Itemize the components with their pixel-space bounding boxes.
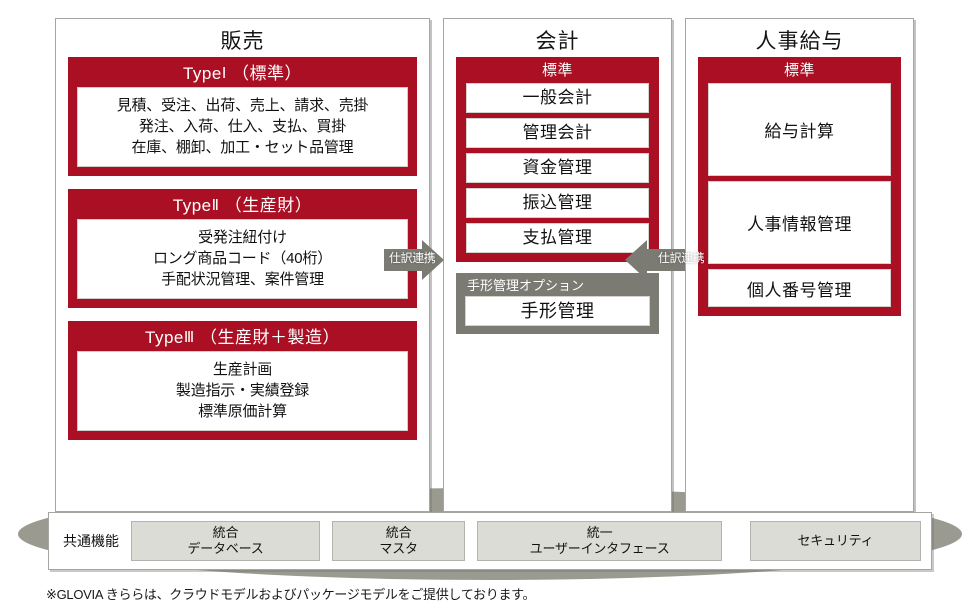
chip-ui-line2: ユーザーインタフェース (529, 541, 670, 556)
column-title-sales: 販売 (220, 30, 265, 53)
column-hr-payroll: 人事給与 標準 給与計算 人事情報管理 個人番号管理 (685, 18, 914, 512)
footnote-text: ※GLOVIA きららは、クラウドモデルおよびパッケージモデルをご提供しておりま… (46, 587, 536, 602)
type-1-prefix: Type (182, 64, 222, 83)
hr-item-my-number[interactable]: 個人番号管理 (708, 269, 891, 307)
chip-ui-line1: 統一 (586, 525, 613, 540)
type-1-suffix: （標準） (232, 64, 303, 83)
type-2-line-2: ロング商品コード（40桁） (152, 250, 333, 267)
common-chip-integrated-master[interactable]: 統合 マスタ (331, 521, 466, 561)
accounting-item-funds[interactable]: 資金管理 (466, 153, 649, 183)
type-3-prefix: Type (145, 328, 184, 347)
common-chip-security[interactable]: セキュリティ (749, 521, 921, 561)
type-2-prefix: Type (172, 196, 212, 215)
block-type-1-panel: 見積、受注、出荷、売上、請求、売掛 発注、入荷、仕入、支払、買掛 在庫、棚卸、加… (77, 87, 408, 167)
accounting-option-block: 手形管理オプション 手形管理 (456, 273, 659, 334)
type-3-roman: Ⅲ (183, 329, 195, 346)
type-2-suffix: （生産財） (224, 196, 313, 215)
type-1-line-1: 見積、受注、出荷、売上、請求、売掛 (116, 97, 369, 114)
diagram-canvas: 販売 TypeⅠ （標準） 見積、受注、出荷、売上、請求、売掛 発注、入荷、仕入… (0, 0, 980, 612)
type-3-line-1: 生産計画 (212, 361, 273, 378)
common-functions-label: 共通機能 (63, 533, 119, 549)
journal-link-arrow-right-label: 仕訳連携 (658, 251, 705, 265)
block-type-2-title: TypeⅡ （生産財） (77, 193, 408, 219)
block-type-3-panel: 生産計画 製造指示・実績登録 標準原価計算 (77, 351, 408, 431)
block-type-1-title: TypeⅠ （標準） (77, 61, 408, 87)
accounting-option-item-notes[interactable]: 手形管理 (465, 296, 650, 326)
column-title-accounting: 会計 (535, 30, 580, 53)
chip-master-line1: 統合 (385, 525, 412, 540)
accounting-option-label: 手形管理オプション (467, 278, 585, 293)
block-type-3: TypeⅢ （生産財＋製造） 生産計画 製造指示・実績登録 標準原価計算 (68, 321, 417, 440)
hr-standard-label: 標準 (783, 62, 815, 79)
type-3-line-3: 標準原価計算 (198, 403, 287, 420)
type-2-line-3: 手配状況管理、案件管理 (161, 271, 324, 288)
common-chip-unified-user-interface[interactable]: 統一 ユーザーインタフェース (477, 521, 722, 561)
column-title-hr-payroll: 人事給与 (755, 30, 844, 53)
type-1-roman: Ⅰ (221, 65, 227, 82)
accounting-standard-block: 標準 一般会計 管理会計 資金管理 振込管理 支払管理 (456, 57, 659, 262)
type-2-line-1: 受発注紐付け (198, 229, 287, 246)
type-2-roman: Ⅱ (211, 197, 220, 214)
journal-link-arrow-left-label: 仕訳連携 (389, 251, 436, 265)
hr-standard-block: 標準 給与計算 人事情報管理 個人番号管理 (698, 57, 901, 316)
accounting-item-general[interactable]: 一般会計 (466, 83, 649, 113)
chip-master-line2: マスタ (379, 541, 418, 556)
hr-item-payroll-calc[interactable]: 給与計算 (708, 83, 891, 176)
chip-security-line1: セキュリティ (797, 533, 874, 548)
type-1-line-2: 発注、入荷、仕入、支払、買掛 (138, 118, 347, 135)
block-type-1: TypeⅠ （標準） 見積、受注、出荷、売上、請求、売掛 発注、入荷、仕入、支払… (68, 57, 417, 176)
column-sales: 販売 TypeⅠ （標準） 見積、受注、出荷、売上、請求、売掛 発注、入荷、仕入… (55, 18, 430, 512)
common-functions-bar: 共通機能 統合 データベース 統合 マスタ 統一 ユーザーインタフェース セキュ… (48, 512, 932, 570)
chip-db-line2: データベース (187, 541, 264, 556)
type-1-line-3: 在庫、棚卸、加工・セット品管理 (131, 139, 354, 156)
block-type-2: TypeⅡ （生産財） 受発注紐付け ロング商品コード（40桁） 手配状況管理、… (68, 189, 417, 308)
hr-item-personnel-info[interactable]: 人事情報管理 (708, 181, 891, 264)
chip-db-line1: 統合 (212, 525, 239, 540)
block-type-2-panel: 受発注紐付け ロング商品コード（40桁） 手配状況管理、案件管理 (77, 219, 408, 299)
accounting-item-transfer[interactable]: 振込管理 (466, 188, 649, 218)
common-chip-integrated-database[interactable]: 統合 データベース (131, 521, 320, 561)
block-type-3-title: TypeⅢ （生産財＋製造） (77, 325, 408, 351)
type-3-suffix: （生産財＋製造） (199, 328, 340, 347)
accounting-item-payment[interactable]: 支払管理 (466, 223, 649, 253)
type-3-line-2: 製造指示・実績登録 (175, 382, 310, 399)
accounting-item-management[interactable]: 管理会計 (466, 118, 649, 148)
accounting-standard-label: 標準 (541, 62, 573, 79)
